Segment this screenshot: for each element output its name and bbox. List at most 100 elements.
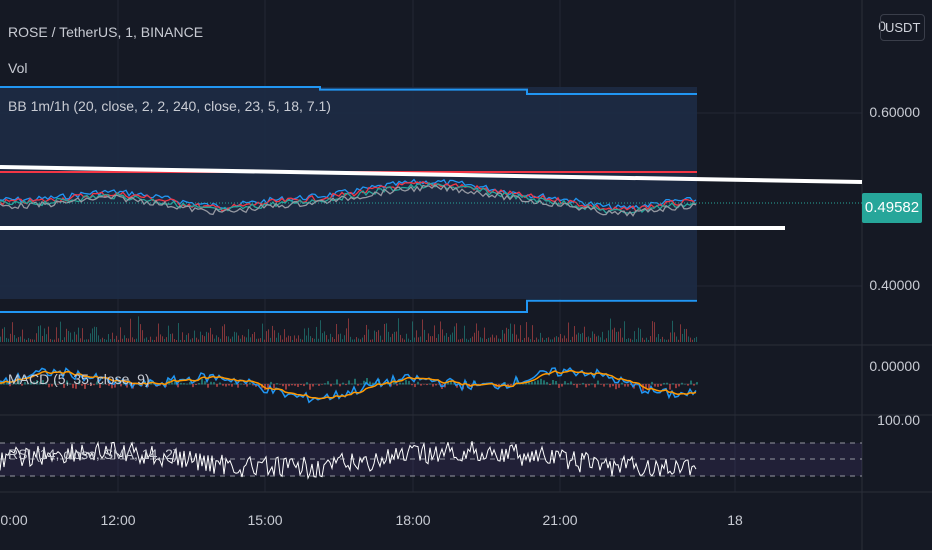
volume-bar <box>344 335 345 342</box>
volume-bar <box>630 338 631 342</box>
volume-bar <box>610 318 611 342</box>
volume-bar <box>188 333 189 342</box>
volume-bar <box>600 337 601 342</box>
volume-bar <box>466 338 467 342</box>
volume-bar <box>618 331 619 342</box>
symbol-legend[interactable]: ROSE / TetherUS, 1, BINANCE <box>8 24 203 41</box>
volume-bar <box>248 329 249 342</box>
volume-bar <box>140 324 141 342</box>
macd-histogram-bar <box>672 383 674 385</box>
volume-bar <box>286 337 287 342</box>
volume-bar <box>124 335 125 342</box>
volume-bar <box>622 337 623 342</box>
volume-bar <box>460 339 461 342</box>
macd-histogram-bar <box>558 384 560 388</box>
macd-histogram-bar <box>219 382 221 385</box>
volume-bar <box>314 338 315 342</box>
rsi-legend[interactable]: RSI (14, close, SMA, 14, 2) <box>8 446 178 463</box>
volume-bar <box>304 328 305 342</box>
volume-bar <box>250 337 251 342</box>
volume-bar <box>400 334 401 342</box>
volume-bar <box>122 338 123 342</box>
bb-legend[interactable]: BB 1m/1h (20, close, 2, 2, 240, close, 2… <box>8 98 331 115</box>
currency-button[interactable]: USDT <box>880 14 926 41</box>
volume-bar <box>40 325 41 342</box>
volume-bar <box>694 338 695 342</box>
volume-bar <box>350 336 351 342</box>
volume-bar <box>310 336 311 342</box>
volume-bar <box>238 335 239 342</box>
volume-bar <box>0 336 1 342</box>
macd-histogram-bar <box>195 384 197 386</box>
volume-bar <box>130 318 131 342</box>
volume-bar <box>476 323 477 342</box>
macd-histogram-bar <box>663 382 665 385</box>
chart-canvas[interactable] <box>0 0 932 550</box>
volume-bar <box>414 337 415 342</box>
volume-bar <box>372 339 373 342</box>
macd-histogram-bar <box>279 384 281 385</box>
volume-bar <box>82 328 83 342</box>
volume-bar <box>620 328 621 342</box>
volume-bar <box>422 319 423 342</box>
volume-bar <box>320 320 321 342</box>
macd-histogram-bar <box>570 381 572 385</box>
macd-histogram-bar <box>696 382 698 385</box>
macd-histogram-bar <box>666 382 668 385</box>
volume-bar <box>84 339 85 342</box>
macd-histogram-bar <box>624 384 626 387</box>
volume-bar <box>46 334 47 342</box>
macd-histogram-bar <box>300 384 302 386</box>
time-tick-2: 15:00 <box>247 512 283 528</box>
volume-bar <box>226 336 227 342</box>
volume-bar <box>200 331 201 342</box>
volume-bar <box>508 329 509 342</box>
macd-histogram-bar <box>297 384 299 387</box>
volume-bar <box>362 337 363 342</box>
volume-bar <box>406 333 407 342</box>
volume-bar <box>660 338 661 342</box>
macd-histogram-bar <box>330 384 332 387</box>
volume-bar <box>688 336 689 342</box>
volume-bar <box>658 333 659 342</box>
volume-bar <box>452 332 453 342</box>
volume-bar <box>42 335 43 342</box>
volume-bar <box>308 327 309 342</box>
macd-histogram-bar <box>285 384 287 390</box>
macd-histogram-bar <box>609 384 611 388</box>
macd-histogram-bar <box>576 384 578 388</box>
volume-bar <box>58 338 59 342</box>
volume-bar <box>436 337 437 342</box>
macd-histogram-bar <box>201 378 203 385</box>
volume-bar <box>384 323 385 342</box>
volume-bar <box>2 328 3 342</box>
volume-bar <box>102 337 103 342</box>
volume-bar <box>440 321 441 342</box>
macd-histogram-bar <box>426 384 428 386</box>
volume-bar <box>74 331 75 342</box>
volume-legend[interactable]: Vol <box>8 60 27 77</box>
volume-bar <box>8 338 9 342</box>
macd-legend[interactable]: MACD (5, 35, close, 9) <box>8 371 150 388</box>
volume-bar <box>358 338 359 342</box>
macd-histogram-bar <box>354 378 356 385</box>
volume-bar <box>628 338 629 342</box>
macd-histogram-bar <box>291 384 293 386</box>
volume-bar <box>570 339 571 342</box>
volume-bar <box>292 339 293 342</box>
volume-bar <box>152 339 153 342</box>
volume-bar <box>278 332 279 342</box>
volume-bar <box>160 334 161 342</box>
volume-bar <box>242 335 243 342</box>
macd-histogram-bar <box>315 383 317 385</box>
volume-bar <box>468 339 469 342</box>
volume-bar <box>178 323 179 342</box>
volume-bar <box>542 337 543 342</box>
volume-bar <box>378 330 379 342</box>
volume-bar <box>194 330 195 342</box>
volume-bar <box>180 339 181 342</box>
volume-bar <box>462 338 463 342</box>
macd-histogram-bar <box>405 380 407 385</box>
volume-bar <box>684 328 685 342</box>
volume-bar <box>172 333 173 342</box>
